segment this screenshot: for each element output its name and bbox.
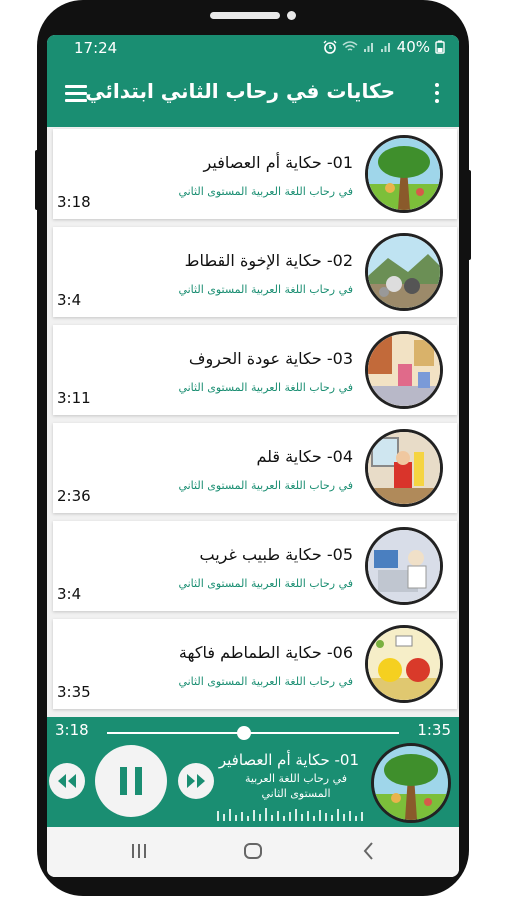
story-duration: 3:4 xyxy=(57,291,82,309)
status-time: 17:24 xyxy=(74,39,118,57)
story-item[interactable]: 03- حكاية عودة الحروف في رحاب اللغة العر… xyxy=(53,325,457,415)
wifi-icon xyxy=(342,41,358,51)
story-duration: 3:18 xyxy=(57,193,91,211)
power-button xyxy=(467,170,471,260)
story-item[interactable]: 05- حكاية طبيب غريب في رحاب اللغة العربي… xyxy=(53,521,457,611)
seek-bar[interactable] xyxy=(107,726,399,740)
story-title: 05- حكاية طبيب غريب xyxy=(199,545,353,564)
story-title: 02- حكاية الإخوة القطاط xyxy=(184,251,353,270)
story-title: 06- حكاية الطماطم فاكهة xyxy=(178,643,353,662)
audio-player: 3:18 1:35 01- حكاية أم العصافير في رحاب … xyxy=(47,717,459,827)
story-subtitle: في رحاب اللغة العربية المستوى الثاني xyxy=(178,381,353,394)
status-bar: 17:24 40% xyxy=(47,35,459,61)
story-thumbnail xyxy=(365,527,443,605)
story-item[interactable]: 01- حكاية أم العصافير في رحاب اللغة العر… xyxy=(53,129,457,219)
rewind-icon[interactable] xyxy=(49,763,85,799)
story-subtitle: في رحاب اللغة العربية المستوى الثاني xyxy=(178,283,353,296)
story-duration: 3:11 xyxy=(57,389,91,407)
remaining-time: 1:35 xyxy=(417,721,451,739)
seek-handle[interactable] xyxy=(237,726,252,740)
story-title: 04- حكاية قلم xyxy=(256,447,353,466)
battery-level: 40% xyxy=(396,38,430,56)
home-icon[interactable] xyxy=(241,839,265,867)
signal-icon-2 xyxy=(380,43,390,52)
story-title: 03- حكاية عودة الحروف xyxy=(188,349,353,368)
story-thumbnail xyxy=(365,233,443,311)
story-duration: 3:4 xyxy=(57,585,82,603)
more-vert-icon[interactable] xyxy=(433,81,441,105)
waveform xyxy=(217,808,363,821)
story-thumbnail xyxy=(365,429,443,507)
story-subtitle: في رحاب اللغة العربية المستوى الثاني xyxy=(178,675,353,688)
speaker-grille xyxy=(210,12,280,19)
now-playing-title: 01- حكاية أم العصافير xyxy=(218,751,359,769)
app-screen: 17:24 40% حكايات في رحاب الثاني ابتدائي … xyxy=(47,35,459,877)
story-title: 01- حكاية أم العصافير xyxy=(203,153,353,172)
story-thumbnail xyxy=(365,135,443,213)
alarm-icon xyxy=(323,40,337,54)
page-title: حكايات في رحاب الثاني ابتدائي xyxy=(85,79,395,103)
now-playing-subtitle: في رحاب اللغة العربية المستوى الثاني xyxy=(244,772,348,800)
battery-icon xyxy=(435,40,445,54)
back-icon[interactable] xyxy=(357,839,381,867)
app-toolbar: حكايات في رحاب الثاني ابتدائي xyxy=(47,61,459,127)
recents-icon[interactable] xyxy=(127,839,151,867)
status-icons: 40% xyxy=(323,38,445,56)
front-camera xyxy=(287,11,296,20)
elapsed-time: 3:18 xyxy=(55,721,89,739)
story-duration: 3:35 xyxy=(57,683,91,701)
story-item[interactable]: 02- حكاية الإخوة القطاط في رحاب اللغة ال… xyxy=(53,227,457,317)
story-subtitle: في رحاب اللغة العربية المستوى الثاني xyxy=(178,577,353,590)
story-subtitle: في رحاب اللغة العربية المستوى الثاني xyxy=(178,479,353,492)
fast-forward-icon[interactable] xyxy=(178,763,214,799)
story-item[interactable]: 06- حكاية الطماطم فاكهة في رحاب اللغة ال… xyxy=(53,619,457,709)
story-subtitle: في رحاب اللغة العربية المستوى الثاني xyxy=(178,185,353,198)
pause-icon[interactable] xyxy=(95,745,167,817)
story-thumbnail xyxy=(365,331,443,409)
story-item[interactable]: 04- حكاية قلم في رحاب اللغة العربية المس… xyxy=(53,423,457,513)
story-duration: 2:36 xyxy=(57,487,91,505)
volume-button xyxy=(35,150,39,210)
story-list: 01- حكاية أم العصافير في رحاب اللغة العر… xyxy=(47,127,459,717)
signal-icon xyxy=(363,43,373,52)
now-playing-cover xyxy=(371,743,451,823)
story-thumbnail xyxy=(365,625,443,703)
system-nav-bar xyxy=(47,827,459,877)
